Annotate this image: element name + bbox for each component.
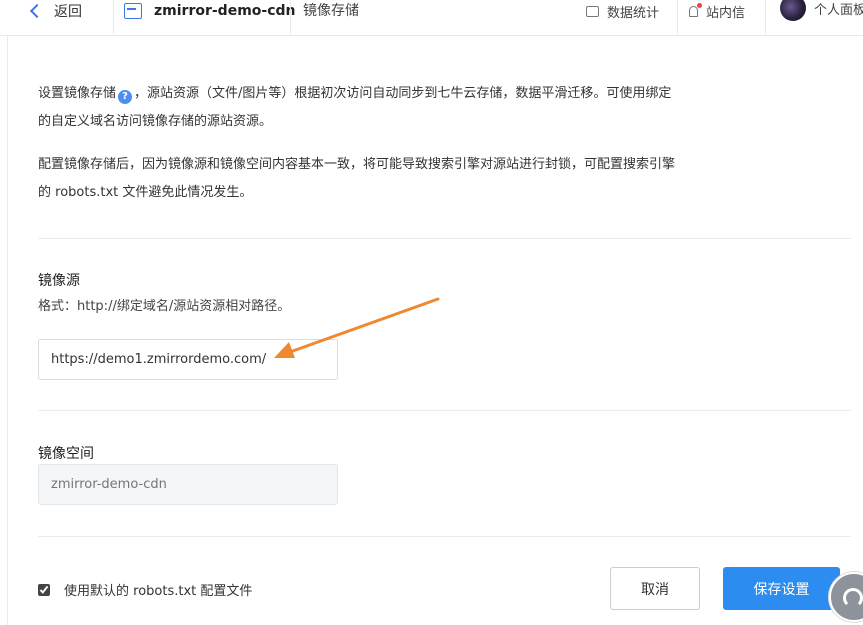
robots-checkbox[interactable] xyxy=(38,583,50,596)
mirror-bucket-input xyxy=(38,464,338,505)
mirror-bucket-title: 镜像空间 xyxy=(38,446,94,462)
cancel-button[interactable]: 取消 xyxy=(610,567,700,610)
divider xyxy=(38,536,851,537)
robots-checkbox-label: 使用默认的 robots.txt 配置文件 xyxy=(64,584,253,599)
divider xyxy=(38,410,851,411)
save-settings-button[interactable]: 保存设置 xyxy=(723,567,840,610)
annotation-arrow xyxy=(274,297,440,358)
robots-checkbox-row[interactable]: 使用默认的 robots.txt 配置文件 xyxy=(38,580,252,599)
